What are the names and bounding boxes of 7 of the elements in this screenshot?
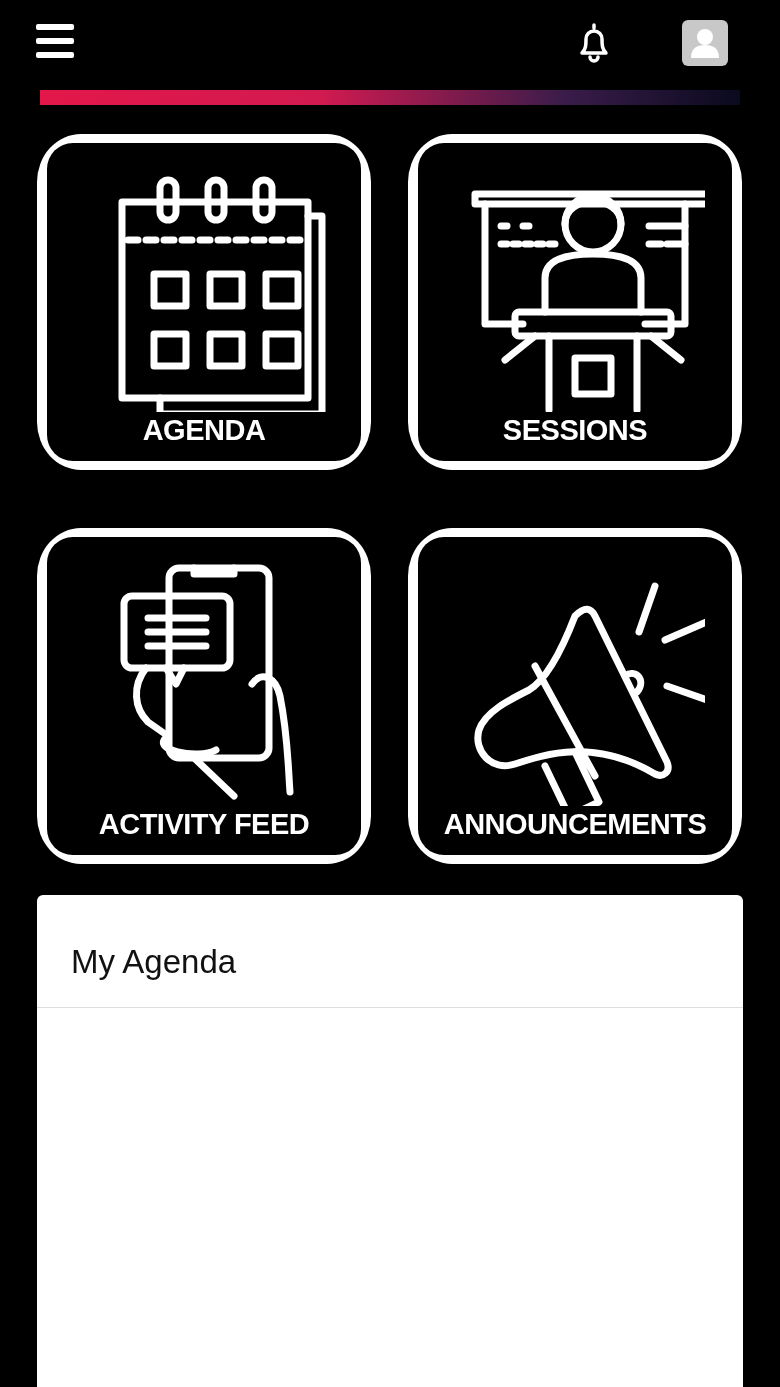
avatar-icon[interactable]	[682, 20, 728, 66]
menu-tile[interactable]: SESSIONS	[408, 134, 742, 470]
menu-icon[interactable]	[36, 24, 74, 58]
menu-tile[interactable]: ACTIVITY FEED	[37, 528, 371, 864]
card-title: My Agenda	[37, 895, 743, 1008]
menu-tile[interactable]: ANNOUNCEMENTS	[408, 528, 742, 864]
menu-tile[interactable]: AGENDA	[37, 134, 371, 470]
